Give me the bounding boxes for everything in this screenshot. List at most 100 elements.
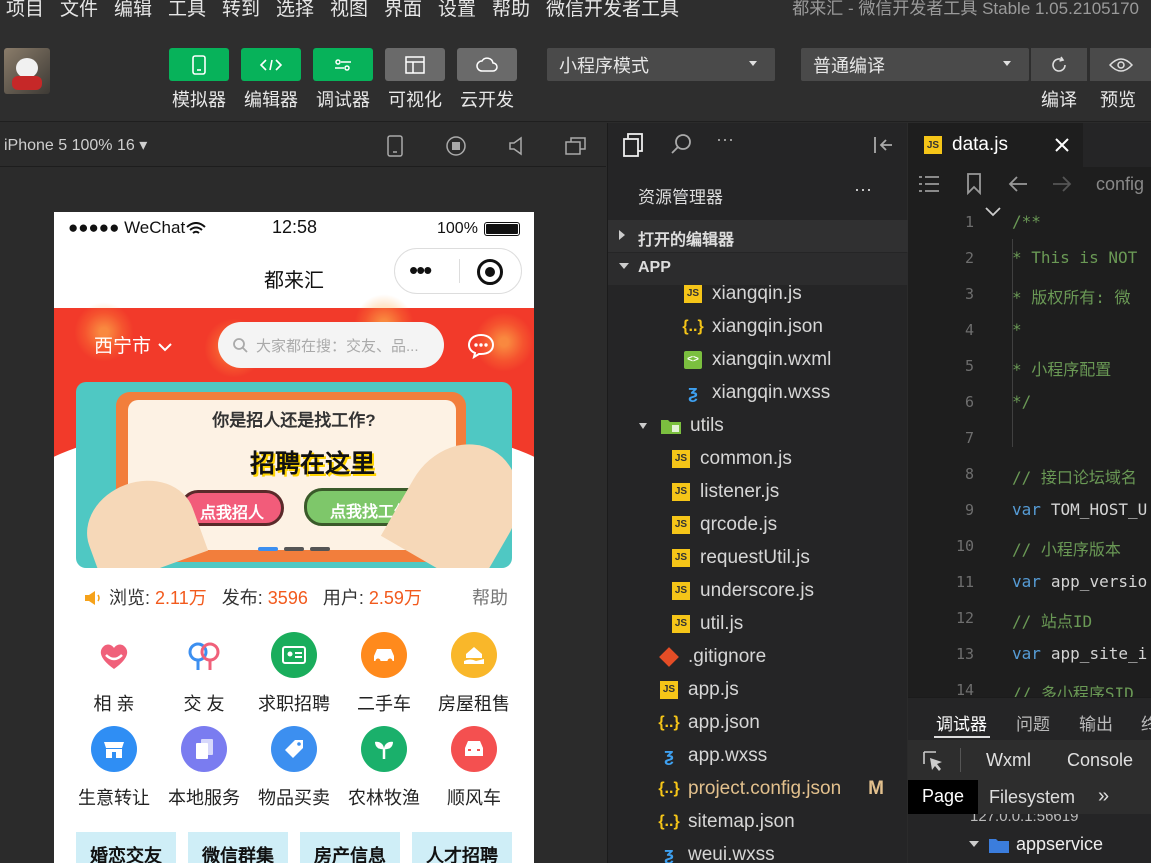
message-icon[interactable]	[467, 333, 495, 359]
bookmark-icon[interactable]	[966, 173, 982, 195]
files-icon[interactable]	[622, 133, 644, 157]
code-line[interactable]: 14 // 多小程序SID	[908, 671, 1151, 697]
more-dots-icon[interactable]: •••	[409, 255, 432, 286]
tag-recruiting[interactable]: 人才招聘	[412, 832, 512, 863]
debugger-toggle-button[interactable]	[313, 48, 373, 81]
category-xiangqin[interactable]: 相 亲	[72, 632, 156, 716]
capsule-menu[interactable]: •••	[394, 248, 522, 294]
code-line[interactable]: 8 // 接口论坛域名	[908, 455, 1151, 491]
category-goods-trade[interactable]: 物品买卖	[252, 726, 336, 810]
file-item[interactable]: JS util.js	[672, 607, 743, 640]
category-business-transfer[interactable]: 生意转让	[72, 726, 156, 810]
menu-select[interactable]: 选择	[276, 0, 314, 21]
code-line[interactable]: 9 var TOM_HOST_U	[908, 491, 1151, 527]
code-line[interactable]: 1 /**	[908, 203, 1151, 239]
tab-console[interactable]: Console	[1067, 750, 1133, 771]
tab-filesystem[interactable]: Filesystem	[989, 787, 1075, 808]
folder-item[interactable]: utils	[638, 409, 724, 442]
category-jiaoyou[interactable]: 交 友	[162, 632, 246, 716]
close-icon[interactable]	[1054, 137, 1070, 153]
tab-problems[interactable]: 问题	[1016, 710, 1050, 735]
more-tabs-icon[interactable]: »	[1098, 785, 1109, 808]
city-select[interactable]: 西宁市	[94, 331, 173, 358]
category-local-service[interactable]: 本地服务	[162, 726, 246, 810]
menu-view[interactable]: 视图	[330, 0, 368, 21]
tag-dating[interactable]: 婚恋交友	[76, 832, 176, 863]
menu-edit[interactable]: 编辑	[114, 0, 152, 21]
menu-wechat-devtools[interactable]: 微信开发者工具	[546, 0, 679, 21]
tab-output[interactable]: 输出	[1079, 710, 1113, 735]
help-link[interactable]: 帮助	[472, 584, 508, 610]
code-line[interactable]: 12 // 站点ID	[908, 599, 1151, 635]
compile-select[interactable]: 普通编译	[801, 48, 1029, 81]
file-item[interactable]: {..} sitemap.json	[658, 805, 794, 838]
inspect-cursor-icon[interactable]	[922, 750, 944, 772]
user-avatar[interactable]	[4, 48, 50, 94]
code-line[interactable]: 6 */	[908, 383, 1151, 419]
phone-outline-icon[interactable]	[387, 135, 403, 157]
file-item[interactable]: ƺ weui.wxss	[660, 838, 774, 863]
arrow-left-icon[interactable]	[1008, 175, 1028, 193]
tab-debugger[interactable]: 调试器	[936, 710, 987, 735]
file-item-modified[interactable]: {..} project.config.json M	[658, 772, 900, 805]
file-item[interactable]: <> xiangqin.wxml	[684, 343, 831, 376]
category-used-car[interactable]: 二手车	[342, 632, 426, 716]
code-line[interactable]: 13 var app_site_i	[908, 635, 1151, 671]
tab-wxml[interactable]: Wxml	[986, 750, 1031, 771]
code-line[interactable]: 4 *	[908, 311, 1151, 347]
code-line[interactable]: 3 * 版权所有: 微	[908, 275, 1151, 311]
tag-property[interactable]: 房产信息	[300, 832, 400, 863]
mode-select[interactable]: 小程序模式	[547, 48, 775, 81]
menu-help[interactable]: 帮助	[492, 0, 530, 21]
menu-interface[interactable]: 界面	[384, 0, 422, 21]
list-icon[interactable]	[918, 175, 940, 193]
search-icon[interactable]	[670, 133, 692, 155]
code-line[interactable]: 10 // 小程序版本	[908, 527, 1151, 563]
file-item[interactable]: .gitignore	[659, 640, 766, 673]
code-line[interactable]: 7	[908, 419, 1151, 455]
file-item[interactable]: JS common.js	[672, 442, 792, 475]
file-item[interactable]: JS underscore.js	[672, 574, 814, 607]
file-item[interactable]: JS requestUtil.js	[672, 541, 810, 574]
search-input[interactable]: 大家都在搜：交友、品...	[218, 322, 444, 368]
file-item[interactable]: JS app.js	[660, 673, 739, 706]
editor-tab-data-js[interactable]: JS data.js	[908, 123, 1083, 167]
visual-toggle-button[interactable]	[385, 48, 445, 81]
tab-page[interactable]: Page	[908, 780, 978, 814]
more-icon[interactable]: ···	[716, 129, 734, 150]
code-line[interactable]: 2 * This is NOT	[908, 239, 1151, 275]
section-open-editors[interactable]: 打开的编辑器	[608, 220, 908, 252]
code-line[interactable]: 5 * 小程序配置	[908, 347, 1151, 383]
breadcrumb-item[interactable]: config	[1096, 174, 1144, 195]
editor-toggle-button[interactable]	[241, 48, 301, 81]
tree-host[interactable]: 127.0.0.1:56619	[970, 814, 1078, 825]
category-housing[interactable]: 房屋租售	[432, 632, 516, 716]
category-rideshare[interactable]: 顺风车	[432, 726, 516, 810]
menu-tools[interactable]: 工具	[168, 0, 206, 21]
device-select[interactable]: iPhone 5 100% 16 ▾	[4, 135, 147, 155]
file-item[interactable]: JS listener.js	[672, 475, 779, 508]
code-line[interactable]: 11 var app_versio	[908, 563, 1151, 599]
menu-file[interactable]: 文件	[60, 0, 98, 21]
category-agriculture[interactable]: 农林牧渔	[342, 726, 426, 810]
detach-window-icon[interactable]	[565, 136, 587, 156]
tag-wechat-groups[interactable]: 微信群集	[188, 832, 288, 863]
file-item[interactable]: JS qrcode.js	[672, 508, 777, 541]
cloud-dev-button[interactable]	[457, 48, 517, 81]
file-item[interactable]: ƺ app.wxss	[660, 739, 767, 772]
section-app[interactable]: APP	[608, 253, 908, 285]
explorer-more-button[interactable]: ···	[854, 179, 872, 200]
arrow-right-icon[interactable]	[1052, 175, 1072, 193]
menu-settings[interactable]: 设置	[438, 0, 476, 21]
category-job[interactable]: 求职招聘	[252, 632, 336, 716]
file-item[interactable]: {..} xiangqin.json	[682, 310, 823, 343]
simulator-toggle-button[interactable]	[169, 48, 229, 81]
compile-button[interactable]	[1031, 48, 1087, 81]
file-item[interactable]: {..} app.json	[658, 706, 760, 739]
tree-node[interactable]: appservice	[1016, 834, 1103, 855]
tab-terminal[interactable]: 终	[1141, 710, 1151, 735]
preview-button[interactable]	[1090, 48, 1151, 81]
file-item[interactable]: JS xiangqin.js	[684, 285, 802, 310]
menu-goto[interactable]: 转到	[222, 0, 260, 21]
close-mini-icon[interactable]	[477, 259, 503, 285]
